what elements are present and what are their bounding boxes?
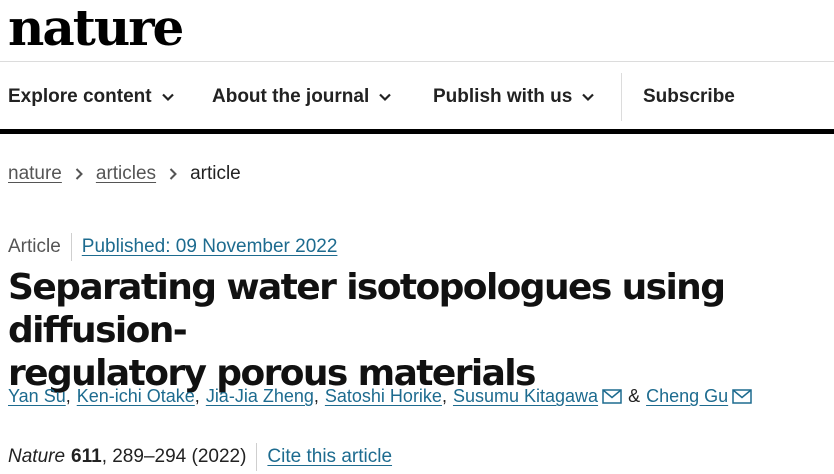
citation-divider <box>256 443 258 471</box>
author-link[interactable]: Satoshi Horike <box>325 386 442 407</box>
nav-publish-with-us-label: Publish with us <box>433 86 573 107</box>
breadcrumb-nature[interactable]: nature <box>8 163 62 185</box>
breadcrumb: nature articles article <box>8 163 241 185</box>
author-link[interactable]: Jia-Jia Zheng <box>206 386 314 407</box>
header-rule <box>0 129 834 134</box>
nav-publish-with-us[interactable]: Publish with us <box>433 73 595 121</box>
subscribe-link[interactable]: Subscribe <box>643 73 735 121</box>
email-icon[interactable] <box>602 389 622 404</box>
header-divider <box>0 61 834 62</box>
chevron-right-icon <box>169 168 177 180</box>
nav-about-the-journal[interactable]: About the journal <box>212 73 392 121</box>
email-icon[interactable] <box>732 389 752 404</box>
article-title: Separating water isotopologues using dif… <box>8 266 834 395</box>
journal-citation: Nature 611 , 289–294 (2022) Cite this ar… <box>8 443 392 471</box>
chevron-down-icon <box>161 93 174 102</box>
cite-this-article-link[interactable]: Cite this article <box>267 446 392 468</box>
article-title-line-1: Separating water isotopologues using dif… <box>8 267 726 351</box>
breadcrumb-current: article <box>190 163 241 184</box>
published-date-link[interactable]: Published: 09 November 2022 <box>82 236 338 258</box>
chevron-right-icon <box>75 168 83 180</box>
chevron-down-icon <box>379 93 392 102</box>
journal-volume: 611 <box>71 446 102 467</box>
journal-pages: , 289–294 (2022) <box>101 446 247 467</box>
nav-divider <box>621 73 622 121</box>
article-meta: Article Published: 09 November 2022 <box>8 233 337 261</box>
author-ampersand: & <box>628 386 641 406</box>
nature-logo[interactable]: nature <box>8 0 184 56</box>
breadcrumb-articles[interactable]: articles <box>96 163 156 185</box>
author-link[interactable]: Yan Su <box>8 386 66 407</box>
author-list: Yan Su, Ken-ichi Otake, Jia-Jia Zheng, S… <box>8 386 752 407</box>
journal-name: Nature <box>8 446 66 467</box>
nav-explore-content[interactable]: Explore content <box>8 73 175 121</box>
author-link[interactable]: Ken-ichi Otake <box>77 386 195 407</box>
author-link[interactable]: Cheng Gu <box>646 386 728 407</box>
nav-about-the-journal-label: About the journal <box>212 86 370 107</box>
author-link[interactable]: Susumu Kitagawa <box>453 386 598 407</box>
chevron-down-icon <box>582 93 595 102</box>
nav-explore-content-label: Explore content <box>8 86 152 107</box>
article-type: Article <box>8 236 61 257</box>
main-nav: Explore content About the journal Publis… <box>0 73 834 121</box>
meta-divider <box>70 233 72 261</box>
